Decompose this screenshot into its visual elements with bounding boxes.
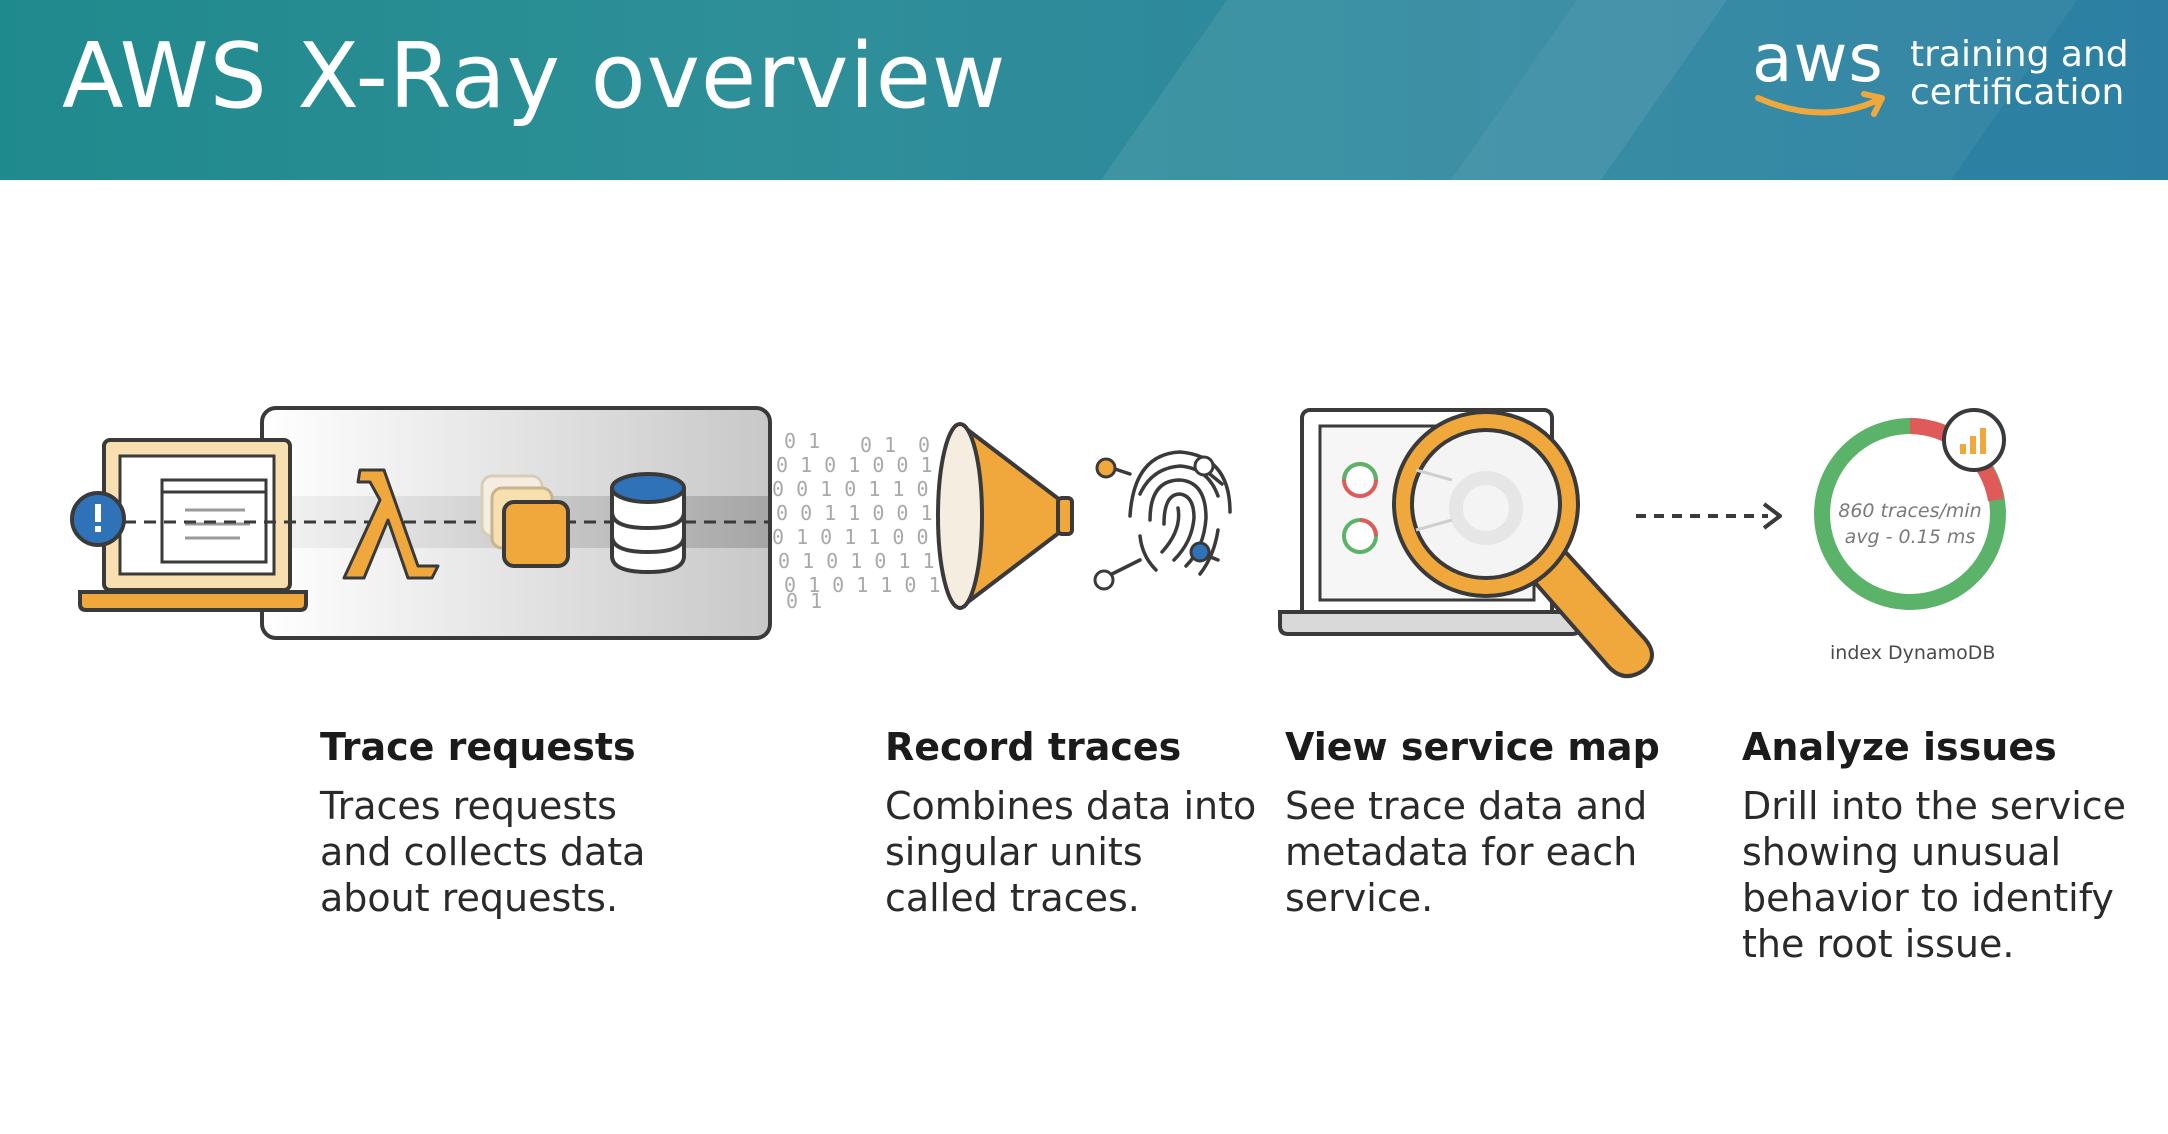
step-description: Traces requests and collects data about … xyxy=(320,784,646,920)
svg-text:0 1 0 1 0 0 1 0: 0 1 0 1 0 0 1 0 xyxy=(776,453,957,477)
svg-text:0 1: 0 1 xyxy=(784,429,820,453)
magnifier-icon xyxy=(1392,410,1654,678)
step-title: Record traces xyxy=(885,725,1182,769)
step-description: Combines data into singular units called… xyxy=(885,784,1257,920)
step-record-traces: Record traces Combines data into singula… xyxy=(885,725,1265,921)
alert-icon xyxy=(70,491,126,547)
svg-text:0 0 1 1 0 0 1 1: 0 0 1 1 0 0 1 1 xyxy=(776,501,957,525)
database-icon xyxy=(610,472,686,575)
step-view-service-map: View service map See trace data and meta… xyxy=(1285,725,1660,921)
bar-chart-icon xyxy=(1942,408,2006,472)
step-title: Trace requests xyxy=(320,725,636,769)
ring-caption: index DynamoDB xyxy=(1830,642,1996,664)
ring-metric-rate: 860 traces/min xyxy=(1838,500,1982,522)
step-analyze-issues: Analyze issues Drill into the service sh… xyxy=(1742,725,2132,967)
ring-metric-latency: avg - 0.15 ms xyxy=(1844,526,1976,548)
fingerprint-node xyxy=(1193,455,1215,477)
step-description: See trace data and metadata for each ser… xyxy=(1285,784,1648,920)
step-description: Drill into the service showing unusual b… xyxy=(1742,784,2127,966)
step-trace-requests: Trace requests Traces requests and colle… xyxy=(320,725,650,921)
step-title: View service map xyxy=(1285,725,1660,769)
dashed-arrow-icon xyxy=(1636,502,1782,530)
step-title: Analyze issues xyxy=(1742,725,2057,769)
svg-text:0 1: 0 1 xyxy=(786,589,822,613)
fingerprint-node xyxy=(1095,457,1117,479)
fingerprint-node xyxy=(1093,569,1115,591)
fingerprint-node xyxy=(1189,541,1211,563)
svg-text:0 1 0 1 0 1 1: 0 1 0 1 0 1 1 xyxy=(778,549,935,573)
funnel-icon xyxy=(936,422,1074,610)
